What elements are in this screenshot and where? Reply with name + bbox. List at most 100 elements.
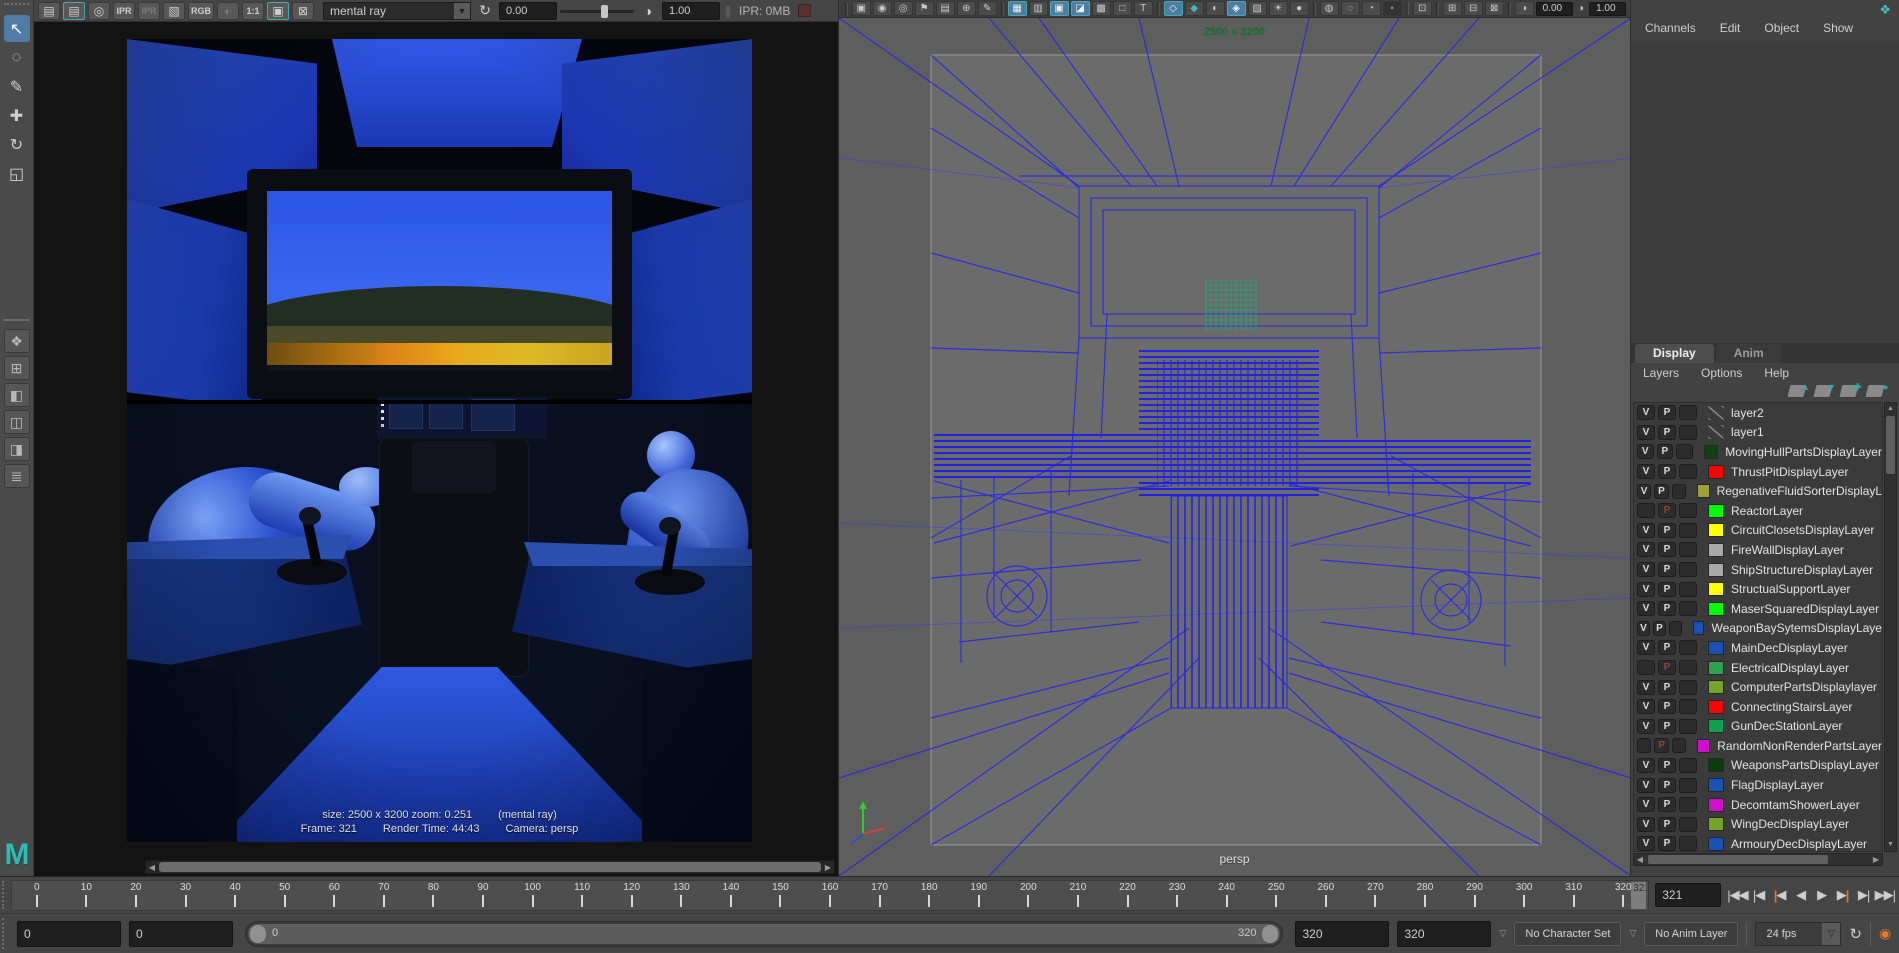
layer-color-swatch[interactable] [1708,563,1724,577]
scroll-left-icon[interactable]: ◀ [1634,855,1646,864]
layer-name[interactable]: ShipStructureDisplayLayer [1731,563,1873,577]
menu-object[interactable]: Object [1764,21,1799,35]
lighting-icon[interactable]: ☀ [1269,1,1288,16]
render-current-frame-icon[interactable]: ▤ [38,2,60,20]
auto-keyframe-icon[interactable]: ◉ [1879,925,1895,942]
camera-attributes-icon[interactable]: ◎ [894,1,913,16]
viewport-canvas[interactable]: 2500 x 3200 persp [839,18,1630,876]
layer-color-swatch[interactable] [1708,425,1724,439]
layer-name[interactable]: ThrustPitDisplayLayer [1731,465,1848,479]
layer-name[interactable]: ReactorLayer [1731,504,1803,518]
layer-extra-toggle[interactable] [1679,562,1697,577]
range-end-handle[interactable] [1262,925,1278,943]
scroll-thumb[interactable] [159,862,821,872]
timeline-ruler[interactable]: 0102030405060708090100110120130140150160… [11,880,1649,911]
layer-name[interactable]: FireWallDisplayLayer [1731,543,1844,557]
lasso-select-tool[interactable]: ◌ [4,44,30,71]
textured-icon[interactable]: ◐ [1206,1,1225,16]
layer-row[interactable]: VPShipStructureDisplayLayer [1634,560,1882,580]
menu-layers[interactable]: Layers [1643,366,1679,380]
layer-row[interactable]: PReactorLayer [1634,501,1882,521]
image-plane-icon[interactable]: ▤ [936,1,955,16]
move-layer-down-icon[interactable]: ▼ [1814,385,1833,397]
layout-outliner-button[interactable]: ≣ [4,464,30,488]
scroll-thumb[interactable] [1648,855,1828,864]
lock-camera-icon[interactable]: ◉ [873,1,892,16]
layer-playback-toggle[interactable]: P [1658,817,1676,832]
playback-start-field[interactable]: 0 [129,921,233,947]
layer-row[interactable]: VPArmouryDecDisplayLayer [1634,834,1882,852]
layer-playback-toggle[interactable]: P [1658,778,1676,793]
layer-color-swatch[interactable] [1708,719,1724,733]
range-start-handle[interactable] [250,925,266,943]
layer-visibility-toggle[interactable]: V [1637,405,1655,420]
layer-row[interactable]: VPThrustPitDisplayLayer [1634,462,1882,482]
layer-color-swatch[interactable] [1708,798,1724,812]
layer-row[interactable]: VPConnectingStairsLayer [1634,697,1882,717]
layer-row[interactable]: VPRegenativeFluidSorterDisplayL [1634,481,1882,501]
scroll-right-icon[interactable]: ▶ [1870,855,1882,864]
step-forward-frame-button[interactable]: ▶| [1854,882,1874,908]
layer-color-swatch[interactable] [1708,523,1724,537]
layer-playback-toggle[interactable]: P [1653,621,1666,636]
layer-row[interactable]: VPCircuitClosetsDisplayLayer [1634,521,1882,541]
stack-back-icon[interactable]: ⊟ [1464,1,1483,16]
toolbar-grip[interactable] [845,2,848,15]
layer-name[interactable]: FlagDisplayLayer [1731,778,1824,792]
layer-extra-toggle[interactable] [1679,719,1697,734]
animation-start-field[interactable]: 0 [17,921,121,947]
layer-extra-toggle[interactable] [1679,542,1697,557]
layer-extra-toggle[interactable] [1679,660,1697,675]
layer-extra-toggle[interactable] [1676,444,1693,459]
go-to-start-button[interactable]: |◀◀ [1727,882,1747,908]
layer-extra-toggle[interactable] [1679,523,1697,538]
menu-channels[interactable]: Channels [1645,21,1696,35]
range-slider-grip[interactable] [2,918,9,949]
scroll-up-icon[interactable]: ▲ [1885,403,1896,415]
rgb-channels-icon[interactable]: RGB [188,2,214,20]
layer-playback-toggle[interactable]: P [1658,601,1676,616]
rotate-tool[interactable]: ↻ [4,131,30,158]
layer-name[interactable]: ConnectingStairsLayer [1731,700,1852,714]
layer-color-swatch[interactable] [1697,739,1710,753]
layer-row[interactable]: VPlayer1 [1634,423,1882,443]
select-tool[interactable]: ↖ [4,15,30,42]
layer-visibility-toggle[interactable]: V [1637,778,1655,793]
animation-end-field[interactable]: 320 [1397,921,1491,947]
layer-color-swatch[interactable] [1708,758,1724,772]
ipr-render-icon[interactable]: IPR [113,2,135,20]
layer-color-swatch[interactable] [1704,445,1719,459]
layer-visibility-toggle[interactable]: V [1637,444,1654,459]
ipr-refresh-icon[interactable]: IPR [138,2,160,20]
layer-color-swatch[interactable] [1708,582,1724,596]
layer-visibility-toggle[interactable]: V [1637,425,1655,440]
layer-row[interactable]: VPDecomtamShowerLayer [1634,795,1882,815]
layer-playback-toggle[interactable]: P [1658,660,1676,675]
depth-of-field-icon[interactable]: ▪ [1383,1,1402,16]
tab-display[interactable]: Display [1635,344,1714,363]
layer-vscrollbar[interactable]: ▲ ▼ [1884,402,1897,852]
grease-pencil-icon[interactable]: ✎ [978,1,997,16]
layer-name[interactable]: MaserSquaredDisplayLayer [1731,602,1879,616]
layer-color-swatch[interactable] [1708,543,1724,557]
viewport-exposure-field[interactable]: 0.00 [1536,2,1573,16]
layer-name[interactable]: ComputerPartsDisplaylayer [1731,680,1877,694]
pencil-box-icon[interactable]: ⊠ [1485,1,1504,16]
layout-two-pane-button[interactable]: ◫ [4,410,30,434]
layer-playback-toggle[interactable]: P [1658,680,1676,695]
layer-row[interactable]: VPGunDecStationLayer [1634,717,1882,737]
layer-color-swatch[interactable] [1708,504,1724,518]
layer-visibility-toggle[interactable]: V [1637,464,1655,479]
anim-layer-selector[interactable]: No Anim Layer [1644,922,1738,946]
current-time-marker[interactable]: 321 [1631,882,1646,909]
play-forwards-button[interactable]: ▶ [1812,882,1832,908]
isolate-select-icon[interactable]: ⊡ [1413,1,1432,16]
viewport-gamma-field[interactable]: 1.00 [1589,2,1626,16]
layer-name[interactable]: MainDecDisplayLayer [1731,641,1848,655]
layer-row[interactable]: VPComputerPartsDisplaylayer [1634,677,1882,697]
motion-blur-icon[interactable]: ◌ [1341,1,1360,16]
layer-extra-toggle[interactable] [1679,817,1697,832]
layer-color-swatch[interactable] [1708,602,1724,616]
layer-color-swatch[interactable] [1708,837,1724,851]
render-settings-icon[interactable]: ▧ [163,2,185,20]
